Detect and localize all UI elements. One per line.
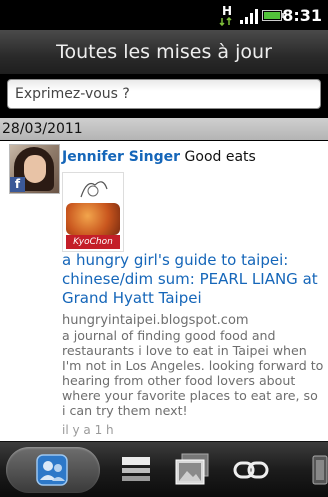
link-icon [233,461,269,479]
more-icon [312,455,328,485]
svg-text:H: H [222,4,232,18]
food-image [66,203,120,235]
tab-photos[interactable] [164,442,220,497]
post-header: Jennifer Singer Good eats [62,149,256,165]
signal-icon [240,9,258,24]
facebook-icon: f [10,177,25,192]
post-text: Good eats [184,149,256,165]
bottom-tab-bar [0,441,328,497]
tab-updates[interactable] [0,442,104,497]
status-bar: H 8:31 [0,0,328,30]
link-thumbnail[interactable]: KyoChon [62,172,124,252]
compose-area: Exprimez-vous ? [0,74,328,118]
tab-status[interactable] [108,442,164,497]
date-header: 28/03/2011 [0,118,328,140]
author-name[interactable]: Jennifer Singer [62,149,180,165]
page-title: Toutes les mises à jour [0,30,328,74]
people-icon [36,454,68,486]
tab-more[interactable] [300,442,328,497]
data-transfer-icon: H [219,4,232,26]
clock: 8:31 [282,6,322,25]
feed-item[interactable]: f Jennifer Singer Good eats KyoChon a hu… [0,141,328,441]
link-title[interactable]: a hungry girl's guide to taipei: chinese… [62,251,324,308]
battery-icon [262,10,284,21]
thumbnail-logo: KyoChon [66,235,120,249]
sketch-icon [80,181,108,198]
tab-links[interactable] [220,442,282,497]
status-input[interactable]: Exprimez-vous ? [7,79,321,109]
photo-icon [175,453,209,485]
link-domain: hungryintaipei.blogspot.com [62,313,249,328]
link-description: a journal of finding good food and resta… [62,328,324,418]
message-list-icon [122,457,150,481]
timestamp: il y a 1 h [62,423,114,437]
